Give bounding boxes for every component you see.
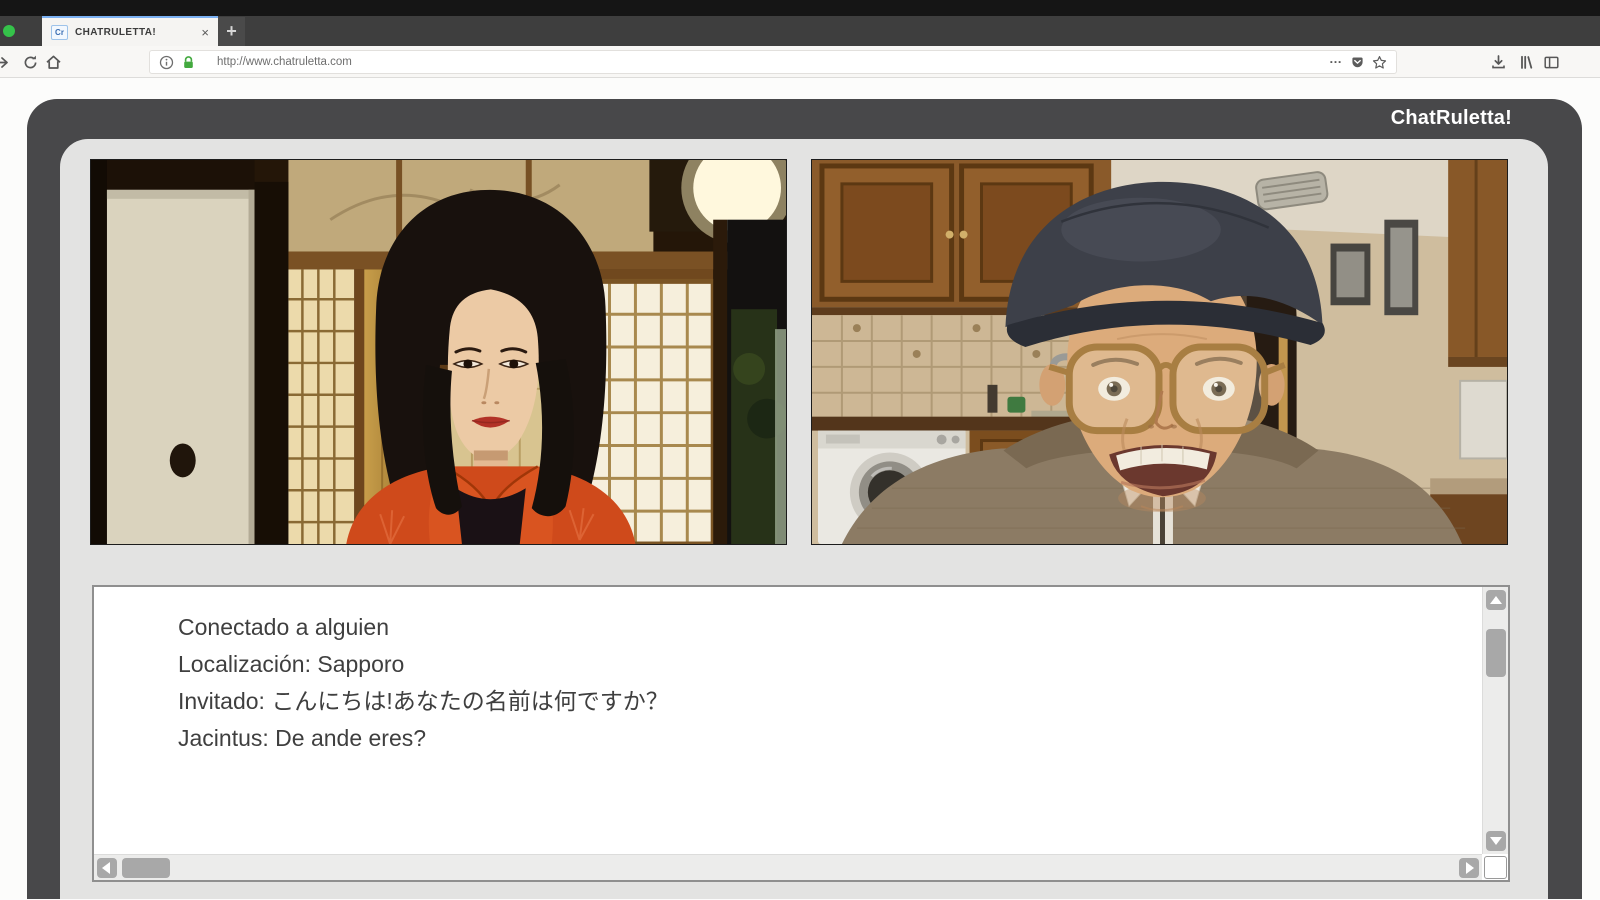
site-favicon: Cr — [51, 25, 68, 40]
chatruletta-frame: ChatRuletta! — [27, 99, 1582, 899]
tab-close-icon[interactable]: × — [201, 26, 209, 39]
downloads-icon[interactable] — [1490, 54, 1507, 71]
sidebar-icon[interactable] — [1543, 54, 1560, 71]
site-info-icon[interactable] — [159, 55, 174, 70]
horizontal-scrollbar[interactable] — [94, 854, 1482, 880]
chat-line: Conectado a alguien — [178, 609, 669, 646]
self-video-illustration — [812, 160, 1507, 544]
guest-video-illustration — [91, 160, 786, 544]
chat-panel: Conectado a alguien Localización: Sappor… — [60, 139, 1548, 899]
chat-line: Invitado: こんにちは!あなたの名前は何ですか？ — [178, 683, 669, 720]
browser-tab[interactable]: Cr CHATRULETTA! × — [42, 16, 218, 46]
resize-corner[interactable] — [1484, 856, 1507, 879]
home-icon[interactable] — [45, 54, 62, 71]
scroll-left-button[interactable] — [97, 858, 117, 878]
address-bar[interactable]: http://www.chatruletta.com … — [149, 50, 1397, 74]
library-icon[interactable] — [1518, 54, 1535, 71]
reload-icon[interactable] — [22, 54, 39, 71]
window-zoom-button[interactable] — [3, 25, 15, 37]
tab-bar: Cr CHATRULETTA! × + — [0, 16, 1600, 46]
scroll-up-button[interactable] — [1486, 590, 1506, 610]
page-content: ChatRuletta! — [0, 78, 1600, 899]
chat-messages: Conectado a alguien Localización: Sappor… — [178, 609, 669, 757]
chat-line: Localización: Sapporo — [178, 646, 669, 683]
vertical-scrollbar[interactable] — [1482, 587, 1508, 854]
brand-logo: ChatRuletta! — [1391, 107, 1512, 130]
chat-log-box[interactable]: Conectado a alguien Localización: Sappor… — [92, 585, 1510, 882]
bookmark-star-icon[interactable] — [1372, 55, 1387, 70]
https-lock-icon[interactable] — [181, 55, 196, 70]
new-tab-button[interactable]: + — [218, 17, 245, 46]
page-actions-icon[interactable]: … — [1329, 59, 1343, 65]
window-titlebar — [0, 0, 1600, 16]
url-text: http://www.chatruletta.com — [203, 56, 1322, 68]
horizontal-scroll-thumb[interactable] — [122, 858, 170, 878]
pocket-icon[interactable] — [1350, 55, 1365, 70]
scroll-down-button[interactable] — [1486, 831, 1506, 851]
forward-icon[interactable] — [0, 54, 10, 71]
self-video-feed — [811, 159, 1508, 545]
browser-toolbar: http://www.chatruletta.com … — [0, 46, 1600, 78]
chat-line: Jacintus: De ande eres? — [178, 720, 669, 757]
tab-title: CHATRULETTA! — [75, 27, 194, 38]
vertical-scroll-thumb[interactable] — [1486, 629, 1506, 677]
guest-video-feed — [90, 159, 787, 545]
scroll-right-button[interactable] — [1459, 858, 1479, 878]
